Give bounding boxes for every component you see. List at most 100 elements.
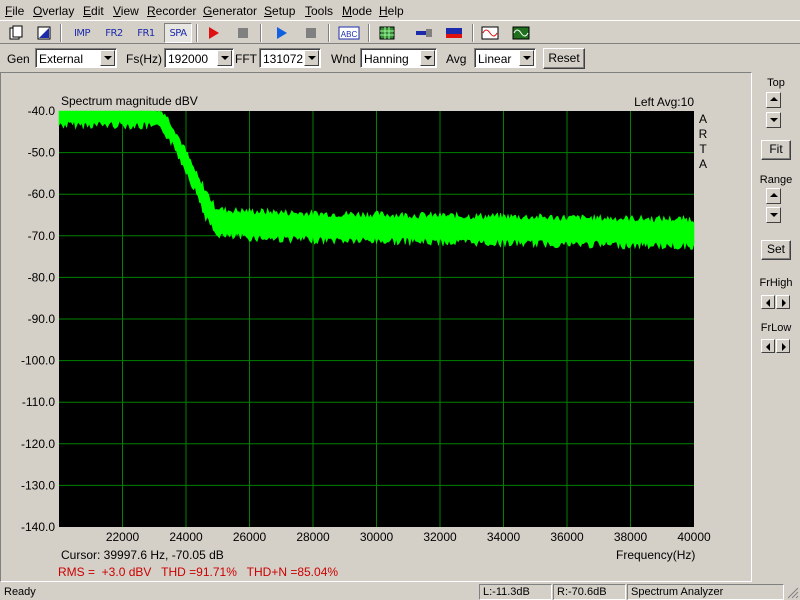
fs-select[interactable]: 192000 [164, 48, 234, 68]
toolbar-separator [368, 24, 370, 42]
y-tick-label: -80.0 [28, 270, 56, 284]
fft-value: 131072 [263, 52, 303, 66]
menu-recorder[interactable]: Recorder [147, 4, 196, 18]
calibrate-icon[interactable] [33, 23, 55, 43]
fit-button[interactable]: Fit [761, 140, 791, 160]
spa-mode-button[interactable]: SPA [164, 23, 192, 43]
stop-record-icon[interactable] [232, 23, 254, 43]
toolbar-separator [60, 24, 62, 42]
menu-overlay[interactable]: Overlay [33, 4, 74, 18]
cursor-readout: Cursor: 39997.6 Hz, -70.05 dB [61, 548, 224, 562]
menu-bar: File Overlay Edit View Recorder Generato… [0, 0, 800, 20]
menu-help[interactable]: Help [379, 4, 404, 18]
stop-icon[interactable] [300, 23, 322, 43]
reset-button[interactable]: Reset [543, 48, 585, 69]
y-tick-label: -130.0 [21, 478, 55, 492]
probe-icon[interactable] [413, 23, 435, 43]
chart-title: Spectrum magnitude dBV [61, 94, 198, 108]
x-tick-label: 36000 [550, 530, 584, 544]
imp-mode-button[interactable]: IMP [68, 23, 96, 43]
arta-watermark-letter: R [699, 127, 708, 141]
y-tick-label: -100.0 [21, 354, 55, 368]
status-mode: Spectrum Analyzer [627, 584, 784, 600]
fft-select[interactable]: 131072 [259, 48, 321, 68]
x-tick-label: 32000 [423, 530, 457, 544]
chevron-down-icon[interactable] [100, 50, 115, 66]
menu-view[interactable]: View [113, 4, 139, 18]
wnd-label: Wnd [331, 52, 356, 66]
window-value: Hanning [364, 52, 409, 66]
menu-mode[interactable]: Mode [342, 4, 372, 18]
menu-file[interactable]: File [5, 4, 24, 18]
toolbar-separator [472, 24, 474, 42]
x-tick-label: 22000 [106, 530, 140, 544]
range-label: Range [752, 174, 800, 186]
range-up-icon[interactable] [766, 188, 781, 204]
fft-label: FFT [235, 52, 257, 66]
record-icon[interactable] [202, 23, 224, 43]
status-right-level: R:-70.6dB [553, 584, 626, 600]
gen-label: Gen [7, 52, 30, 66]
avg-select[interactable]: Linear [474, 48, 536, 68]
frhigh-right-icon[interactable] [776, 295, 790, 309]
x-tick-label: 34000 [487, 530, 521, 544]
sine-generator-icon[interactable] [479, 23, 501, 43]
resize-grip-icon[interactable] [786, 586, 799, 599]
top-label: Top [752, 77, 800, 89]
x-axis-label: Frequency(Hz) [616, 548, 695, 562]
menu-setup[interactable]: Setup [264, 4, 295, 18]
chevron-down-icon[interactable] [304, 50, 319, 66]
arta-watermark-letter: T [699, 142, 707, 156]
rms-thd-readout: RMS = +3.0 dBV THD =91.71% THD+N =85.04% [58, 565, 338, 579]
fr2-mode-button[interactable]: FR2 [100, 23, 128, 43]
scope-icon[interactable] [510, 23, 532, 43]
y-tick-label: -110.0 [22, 395, 55, 409]
window-select[interactable]: Hanning [360, 48, 437, 68]
fs-label: Fs(Hz) [126, 52, 162, 66]
y-tick-label: -70.0 [28, 229, 56, 243]
abc-icon-label: ABC [341, 30, 358, 39]
play-icon[interactable] [270, 23, 292, 43]
frhigh-left-icon[interactable] [761, 295, 775, 309]
x-tick-label: 28000 [296, 530, 330, 544]
gen-select[interactable]: External [35, 48, 117, 68]
y-tick-label: -90.0 [28, 312, 56, 326]
menu-edit[interactable]: Edit [83, 4, 104, 18]
top-up-icon[interactable] [766, 92, 781, 108]
frlow-left-icon[interactable] [761, 339, 775, 353]
fr1-mode-button[interactable]: FR1 [132, 23, 160, 43]
y-tick-label: -140.0 [21, 520, 55, 534]
new-icon[interactable] [5, 23, 27, 43]
set-button[interactable]: Set [761, 240, 791, 260]
menu-generator[interactable]: Generator [203, 4, 257, 18]
gen-value: External [39, 52, 83, 66]
y-tick-label: -50.0 [28, 146, 56, 160]
y-tick-label: -120.0 [21, 437, 55, 451]
chevron-down-icon[interactable] [519, 50, 534, 66]
status-ready: Ready [0, 584, 478, 600]
toolbar: IMP FR2 FR1 SPA ABC [0, 20, 800, 44]
y-tick-label: -60.0 [28, 187, 56, 201]
abc-icon[interactable]: ABC [336, 23, 362, 43]
frlow-label: FrLow [752, 322, 800, 334]
x-tick-label: 30000 [360, 530, 394, 544]
range-down-icon[interactable] [766, 207, 781, 223]
toolbar-separator [196, 24, 198, 42]
menu-tools[interactable]: Tools [305, 4, 333, 18]
frlow-right-icon[interactable] [776, 339, 790, 353]
fs-value: 192000 [168, 52, 208, 66]
grid-icon[interactable] [376, 23, 398, 43]
spectrum-chart[interactable]: -40.0 -50.0 -60.0 -70.0 -80.0 -90.0 -100.0 -110… [0, 72, 752, 582]
toolbar-separator [328, 24, 330, 42]
top-down-icon[interactable] [766, 112, 781, 128]
spectrum-view-icon[interactable] [443, 23, 465, 43]
chevron-down-icon[interactable] [217, 50, 232, 66]
y-tick-label: -40.0 [28, 104, 56, 118]
x-tick-label: 38000 [614, 530, 648, 544]
x-tick-label: 24000 [169, 530, 203, 544]
chevron-down-icon[interactable] [420, 50, 435, 66]
avg-label: Avg [446, 52, 466, 66]
status-bar: Ready L:-11.3dB R:-70.6dB Spectrum Analy… [0, 583, 800, 600]
status-left-level: L:-11.3dB [479, 584, 552, 600]
settings-row: Gen External Fs(Hz) 192000 FFT 131072 Wn… [0, 45, 800, 72]
